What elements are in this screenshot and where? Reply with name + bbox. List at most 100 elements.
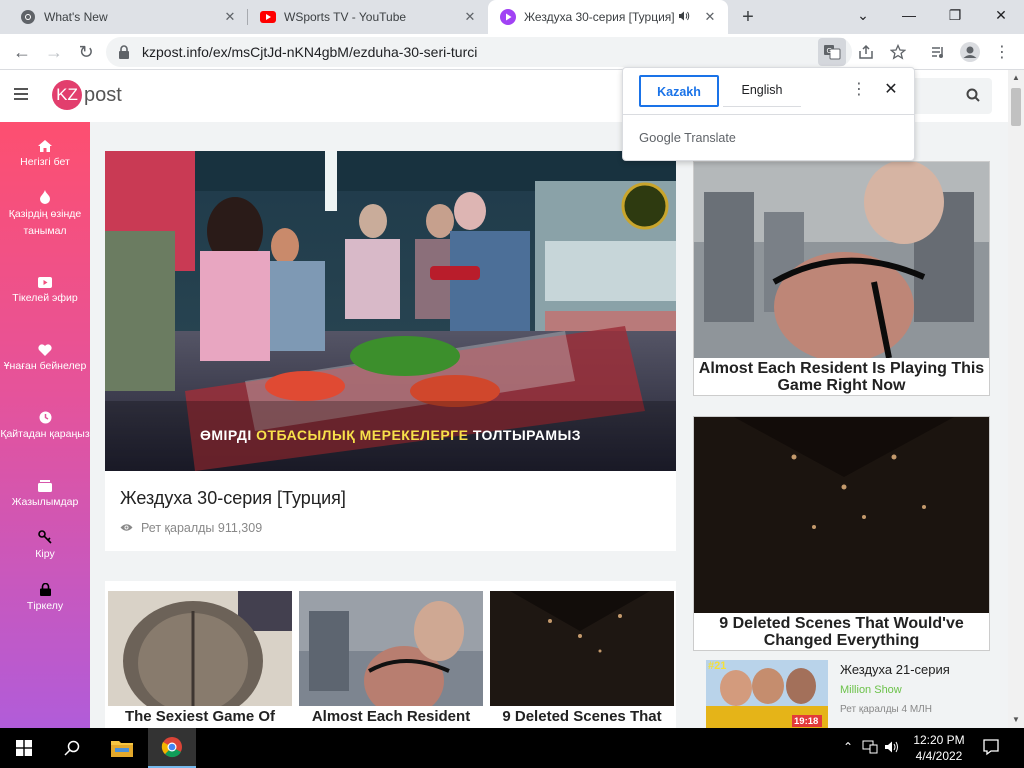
tab-title: Жездуха 30-серия [Турция] — [524, 10, 675, 24]
chrome-icon — [20, 9, 36, 25]
related-video-item[interactable]: #21 19:18 Жездуха 21-серия Million Show … — [706, 660, 1006, 728]
sidebar-item-label: Қазірдің өзінде танымал — [8, 208, 82, 237]
sidebar-item-label: Қайтадан қараңыз — [0, 428, 90, 440]
google-translate-brand: Google Translate — [639, 130, 736, 145]
windows-taskbar: ⌃ 12:20 PM 4/4/2022 — [0, 728, 1024, 768]
recommended-grid: The Sexiest Game Of Almost Each Resident… — [105, 581, 676, 728]
lang-source-button[interactable]: Kazakh — [639, 75, 719, 107]
scroll-thumb[interactable] — [1011, 88, 1021, 126]
tab-close-icon[interactable]: ✕ — [702, 9, 718, 25]
restore-button[interactable]: ❐ — [932, 0, 978, 30]
share-icon[interactable] — [852, 38, 880, 66]
network-icon[interactable] — [862, 740, 878, 756]
video-title: Жездуха 30-серия [Турция] — [120, 488, 346, 508]
chrome-taskbar-icon[interactable] — [148, 728, 196, 768]
tab-close-icon[interactable]: ✕ — [462, 9, 478, 25]
more-options-icon[interactable]: ⋮ — [849, 80, 869, 100]
tab-title: WSports TV - YouTube — [284, 10, 407, 24]
related-duration: 19:18 — [794, 716, 819, 727]
file-explorer-icon[interactable] — [98, 728, 146, 768]
play-icon — [500, 9, 516, 25]
translate-icon[interactable]: G — [818, 38, 846, 66]
scroll-up-arrow-icon[interactable]: ▲ — [1008, 70, 1024, 86]
media-control-icon[interactable] — [924, 38, 952, 66]
video-player[interactable]: ӨМІРДІ ОТБАСЫЛЫҚ МЕРЕКЕЛЕРГЕ ТОЛТЫРАМЫЗ — [105, 151, 676, 471]
view-count-text: Рет қаралды 911,309 — [141, 521, 263, 535]
clock-time: 12:20 PM — [913, 733, 965, 747]
tab-strip: What's New ✕ WSports TV - YouTube ✕ Жезд… — [0, 0, 1024, 34]
profile-avatar-icon[interactable] — [956, 38, 984, 66]
minimize-button[interactable]: — — [886, 0, 932, 30]
tray-chevron-up-icon[interactable]: ⌃ — [840, 740, 856, 756]
video-card: ӨМІРДІ ОТБАСЫЛЫҚ МЕРЕКЕЛЕРГЕ ТОЛТЫРАМЫЗ … — [105, 151, 676, 551]
tab-whats-new[interactable]: What's New ✕ — [8, 0, 248, 34]
tab-zhezdukha[interactable]: Жездуха 30-серия [Турция] ✕ — [488, 0, 728, 34]
notification-icon[interactable] — [982, 738, 1002, 758]
grid-item[interactable]: Almost Each Resident — [299, 591, 483, 728]
web-page: KZ post Негізгі бет Қазірдің өзінде таны… — [0, 70, 1008, 728]
sidebar-item-login[interactable]: Кіру — [0, 526, 90, 563]
related-badge: #21 — [708, 660, 727, 672]
ad-card[interactable]: 9 Deleted Scenes That Would've Changed E… — [693, 416, 990, 651]
grid-item[interactable]: 9 Deleted Scenes That — [490, 591, 674, 728]
close-icon[interactable]: ✕ — [881, 80, 901, 100]
ad-caption: Almost Each Resident Is Playing This Gam… — [698, 360, 985, 394]
tab-close-icon[interactable]: ✕ — [222, 9, 238, 25]
menu-kebab-icon[interactable]: ⋮ — [988, 38, 1016, 66]
eye-icon — [120, 521, 133, 535]
sidebar-item-trending[interactable]: Қазірдің өзінде танымал — [0, 186, 90, 240]
sidebar-item-liked[interactable]: Ұнаған бейнелер — [0, 338, 90, 375]
logo-post: post — [84, 83, 122, 106]
related-thumbnail: #21 19:18 — [706, 660, 828, 728]
sidebar-item-live[interactable]: Тікелей эфир — [0, 270, 90, 307]
windows-start-icon[interactable] — [0, 728, 48, 768]
ad-caption: 9 Deleted Scenes That Would've Changed E… — [719, 615, 964, 649]
back-button[interactable]: ← — [8, 38, 36, 66]
page-scrollbar[interactable]: ▲ ▼ — [1008, 70, 1024, 728]
forward-button[interactable]: → — [40, 38, 68, 66]
scroll-down-arrow-icon[interactable]: ▼ — [1008, 712, 1024, 728]
thumbnail-caption: The Sexiest Game Of — [108, 706, 292, 728]
sidebar-item-label: Тіркелу — [26, 600, 64, 612]
new-tab-button[interactable]: + — [736, 5, 760, 29]
lang-target-button[interactable]: English — [723, 75, 801, 107]
sidebar-item-home[interactable]: Негізгі бет — [0, 134, 90, 171]
heart-icon — [0, 338, 90, 356]
tab-wsports-youtube[interactable]: WSports TV - YouTube ✕ — [248, 0, 488, 34]
lock-icon — [0, 578, 90, 596]
grid-item[interactable]: The Sexiest Game Of — [108, 591, 292, 728]
search-icon — [966, 88, 980, 107]
site-logo[interactable]: KZ post — [52, 80, 122, 110]
speaker-icon[interactable] — [678, 10, 694, 25]
live-icon — [0, 270, 90, 288]
sidebar-item-register[interactable]: Тіркелу — [0, 578, 90, 615]
clock-date: 4/4/2022 — [915, 749, 963, 763]
thumbnail-caption: 9 Deleted Scenes That — [490, 706, 674, 728]
bookmark-star-icon[interactable] — [884, 38, 912, 66]
ad-image — [694, 162, 989, 358]
sidebar-item-label: Кіру — [35, 548, 55, 560]
video-frame-image — [105, 151, 676, 471]
related-title: Жездуха 21-серия — [840, 662, 950, 677]
address-bar[interactable]: kzpost.info/ex/msCjtJd-nKN4gbM/ezduha-30… — [106, 37, 852, 67]
related-channel[interactable]: Million Show — [840, 684, 902, 696]
subscriptions-icon — [0, 474, 90, 492]
sidebar-item-label: Негізгі бет — [20, 156, 70, 168]
hamburger-menu-icon[interactable] — [14, 88, 28, 103]
youtube-icon — [260, 9, 276, 25]
close-window-button[interactable]: ✕ — [978, 0, 1024, 30]
ad-card[interactable]: Almost Each Resident Is Playing This Gam… — [693, 161, 990, 396]
tab-search-chevron-icon[interactable]: ⌄ — [840, 0, 886, 30]
reload-button[interactable]: ↻ — [72, 38, 100, 66]
system-clock[interactable]: 12:20 PM 4/4/2022 — [906, 732, 972, 764]
view-count: Рет қаралды 911,309 — [120, 521, 262, 535]
sidebar-item-label: Жазылымдар — [11, 496, 79, 508]
lock-icon[interactable] — [118, 45, 130, 59]
search-icon[interactable] — [48, 728, 96, 768]
search-button[interactable] — [910, 78, 992, 114]
ad-image — [694, 417, 989, 613]
volume-icon[interactable] — [884, 740, 900, 756]
sidebar-item-history[interactable]: Қайтадан қараңыз — [0, 406, 90, 443]
related-views: Рет қаралды 4 МЛН — [840, 704, 932, 715]
sidebar-item-subscriptions[interactable]: Жазылымдар — [0, 474, 90, 511]
